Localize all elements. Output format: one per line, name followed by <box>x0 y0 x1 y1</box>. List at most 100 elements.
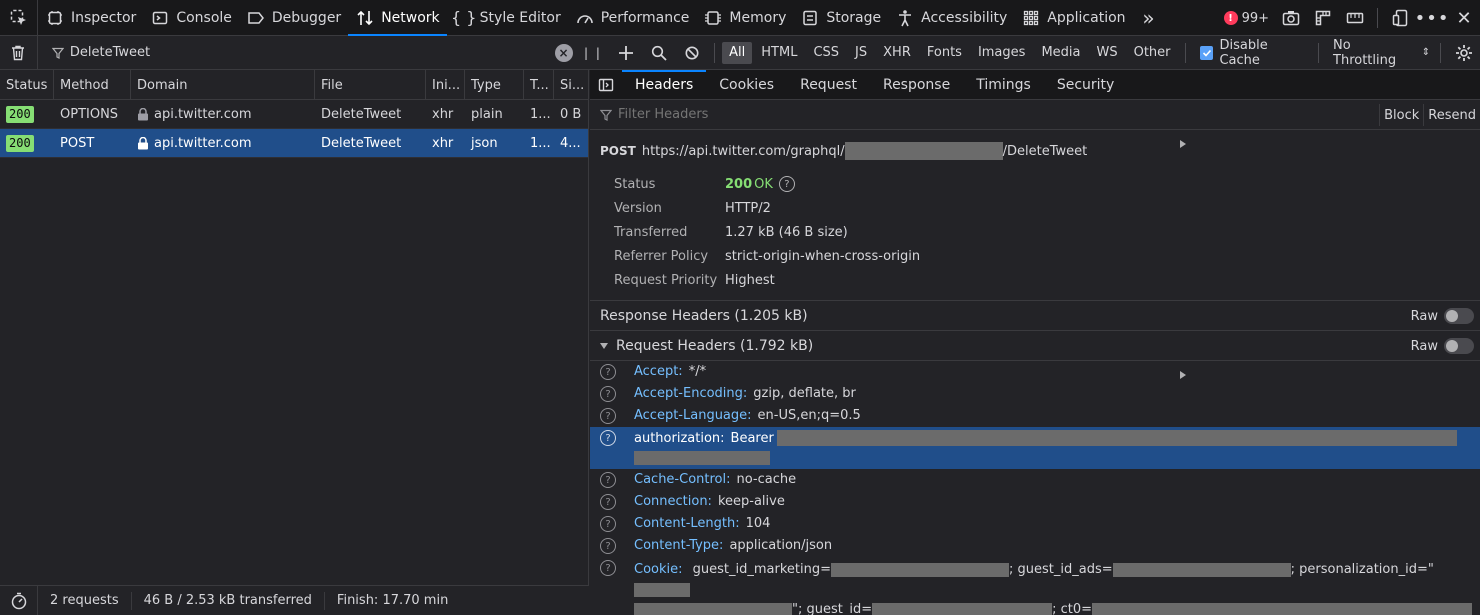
tab-request[interactable]: Request <box>787 70 870 100</box>
network-settings-button[interactable] <box>1447 36 1480 70</box>
column-size[interactable]: Si... <box>554 70 588 100</box>
help-icon[interactable]: ? <box>600 408 616 424</box>
toggle-switch[interactable] <box>1444 338 1474 354</box>
type-filter-ws[interactable]: WS <box>1089 42 1124 64</box>
element-picker-button[interactable] <box>0 0 38 36</box>
responsive-design-button[interactable] <box>1384 0 1416 36</box>
header-name: authorization: <box>634 430 725 446</box>
type-filter-images[interactable]: Images <box>971 42 1033 64</box>
lock-icon <box>138 107 148 120</box>
devtools-toolbar: Inspector Console Debugger Network { } S… <box>0 0 1480 36</box>
header-row[interactable]: ? Connection: keep-alive <box>590 491 1480 513</box>
request-row[interactable]: 200 OPTIONS api.twitter.com DeleteTweet … <box>0 100 588 129</box>
tab-style-editor[interactable]: { } Style Editor <box>447 0 568 36</box>
close-devtools-button[interactable]: ✕ <box>1448 0 1480 36</box>
header-row[interactable]: ? Accept: */* <box>590 361 1480 383</box>
clear-requests-button[interactable] <box>0 35 38 70</box>
tab-security[interactable]: Security <box>1044 70 1128 100</box>
header-row[interactable]: ? Accept-Encoding: gzip, deflate, br <box>590 383 1480 405</box>
help-icon[interactable]: ? <box>600 494 616 510</box>
block-requests-button[interactable] <box>675 36 708 70</box>
url-filter-input[interactable] <box>69 45 540 60</box>
help-icon[interactable]: ? <box>600 516 616 532</box>
type-filter-xhr[interactable]: XHR <box>876 42 918 64</box>
response-headers-section[interactable]: Response Headers (1.205 kB) Raw <box>590 301 1480 379</box>
header-row[interactable]: ? Cookie: guest_id_marketing= ; guest_id_… <box>590 557 1480 615</box>
tab-performance[interactable]: Performance <box>568 0 697 36</box>
request-headers-section[interactable]: Request Headers (1.792 kB) Raw <box>590 331 1480 361</box>
column-file[interactable]: File <box>315 70 426 100</box>
column-transferred[interactable]: T... <box>524 70 554 100</box>
tab-cookies[interactable]: Cookies <box>706 70 787 100</box>
toggle-sidebar-button[interactable] <box>590 70 622 100</box>
cookie-part: ; personalization_id=" <box>1290 562 1434 577</box>
url-filter[interactable]: × <box>38 36 577 70</box>
tab-response[interactable]: Response <box>870 70 963 100</box>
resend-button[interactable]: Resend <box>1423 104 1480 126</box>
type-filter-other[interactable]: Other <box>1127 42 1178 64</box>
request-row[interactable]: 200 POST api.twitter.com DeleteTweet xhr… <box>0 129 588 158</box>
request-url-row[interactable]: POST https://api.twitter.com/graphql/ /D… <box>590 130 1480 172</box>
tab-headers[interactable]: Headers <box>622 70 707 100</box>
add-filter-button[interactable] <box>609 36 642 70</box>
tab-storage[interactable]: Storage <box>793 0 888 36</box>
error-count-badge[interactable]: ! 99+ <box>1223 11 1269 26</box>
tab-timings[interactable]: Timings <box>963 70 1044 100</box>
type-filter-fonts[interactable]: Fonts <box>920 42 969 64</box>
performance-analysis-button[interactable] <box>0 585 38 615</box>
responsive-design-icon <box>1392 9 1408 27</box>
type-filter-media[interactable]: Media <box>1034 42 1087 64</box>
pause-button[interactable]: | | <box>577 36 610 70</box>
headers-filter: Block Resend <box>590 100 1480 130</box>
column-type[interactable]: Type <box>465 70 524 100</box>
help-icon[interactable]: ? <box>600 560 616 576</box>
toggle-switch[interactable] <box>1444 308 1474 324</box>
measure-button[interactable] <box>1339 0 1371 36</box>
header-row[interactable]: ? Cache-Control: no-cache <box>590 469 1480 491</box>
request-list: Status Method Domain File Ini... Type T.… <box>0 70 589 585</box>
header-content: Cookie: guest_id_marketing= ; guest_id_ad… <box>634 560 1480 615</box>
help-icon[interactable]: ? <box>600 386 616 402</box>
tab-network[interactable]: Network <box>348 0 448 36</box>
type-cell: json <box>471 135 498 151</box>
header-row[interactable]: ? authorization: Bearer <box>590 427 1480 469</box>
search-button[interactable] <box>642 36 675 70</box>
raw-toggle[interactable]: Raw <box>1411 301 1474 331</box>
column-method[interactable]: Method <box>54 70 131 100</box>
options-menu-button[interactable]: ••• <box>1415 0 1449 36</box>
screenshot-button[interactable] <box>1275 0 1307 36</box>
column-initiator[interactable]: Ini... <box>426 70 465 100</box>
column-status[interactable]: Status <box>0 70 54 100</box>
version-label: Version <box>614 200 662 216</box>
help-icon[interactable]: ? <box>600 472 616 488</box>
type-filter-css[interactable]: CSS <box>806 42 846 64</box>
clear-filter-icon[interactable]: × <box>554 43 573 62</box>
filter-headers-input[interactable] <box>618 107 1218 122</box>
header-row[interactable]: ? Content-Length: 104 <box>590 513 1480 535</box>
help-icon[interactable]: ? <box>778 176 795 192</box>
raw-toggle[interactable]: Raw <box>1411 331 1474 361</box>
help-icon[interactable]: ? <box>600 430 616 446</box>
block-button[interactable]: Block <box>1379 104 1423 126</box>
tab-memory[interactable]: Memory <box>696 0 793 36</box>
tab-debugger[interactable]: Debugger <box>239 0 348 36</box>
help-icon[interactable]: ? <box>600 364 616 380</box>
tab-accessibility[interactable]: Accessibility <box>888 0 1014 36</box>
more-tools-button[interactable]: » <box>1133 0 1165 36</box>
help-icon[interactable]: ? <box>600 538 616 554</box>
type-filter-all[interactable]: All <box>722 41 753 64</box>
throttling-select[interactable]: No Throttling ⇕ <box>1333 38 1430 68</box>
header-row[interactable]: ? Accept-Language: en-US,en;q=0.5 <box>590 405 1480 427</box>
rulers-button[interactable] <box>1307 0 1339 36</box>
tab-inspector[interactable]: Inspector <box>38 0 143 36</box>
type-filter-js[interactable]: JS <box>848 42 874 64</box>
domain-cell: api.twitter.com <box>131 129 315 158</box>
expand-arrow-icon <box>1180 371 1186 379</box>
column-domain[interactable]: Domain <box>131 70 315 100</box>
tab-console[interactable]: Console <box>143 0 239 36</box>
type-filter-html[interactable]: HTML <box>754 42 804 64</box>
disable-cache-checkbox[interactable]: Disable Cache <box>1199 38 1313 68</box>
header-row[interactable]: ? Content-Type: application/json <box>590 535 1480 557</box>
tab-application[interactable]: Application <box>1014 0 1132 36</box>
summary-referrer-row: Referrer Policy strict-origin-when-cross… <box>614 244 1480 268</box>
